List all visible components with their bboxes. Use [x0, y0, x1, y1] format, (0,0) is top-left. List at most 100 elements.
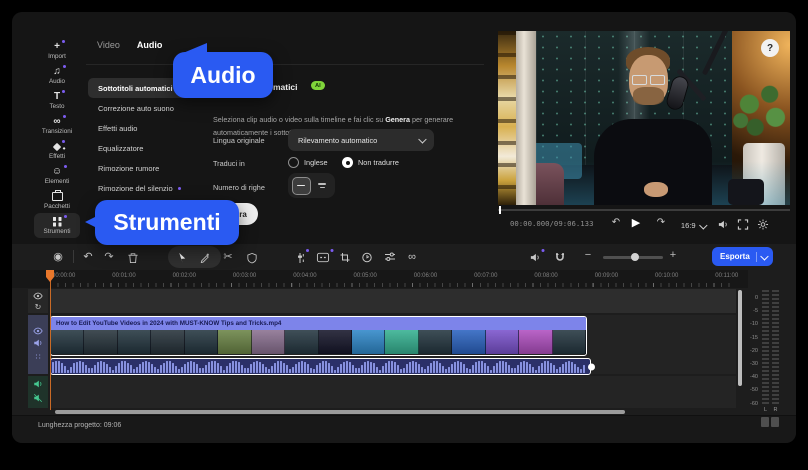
lingua-originale-select[interactable]: Rilevamento automatico: [288, 129, 434, 151]
meter-column-left: [762, 290, 769, 406]
relink-icon[interactable]: ↻: [35, 303, 42, 312]
mask-shield-icon[interactable]: [247, 250, 257, 264]
split-scissors-icon[interactable]: ✂: [223, 250, 232, 264]
screen-record-icon[interactable]: ◉: [53, 250, 63, 264]
adjust-sliders-icon[interactable]: [385, 250, 396, 262]
track3-lane[interactable]: [50, 376, 736, 408]
zoom-slider-knob[interactable]: [631, 253, 639, 261]
jump-back-icon[interactable]: ↶: [612, 217, 620, 229]
speed-clock-icon[interactable]: [362, 250, 373, 263]
radio-inglese[interactable]: Inglese: [288, 157, 328, 168]
clip-thumbnail: [285, 330, 318, 354]
volume-icon[interactable]: [718, 219, 729, 234]
radio-non-tradurre[interactable]: Non tradurre: [342, 157, 399, 168]
timeline-panel: ◉ ↶ ↷ ✂ ∞ − + Esporta 00:00:0000:01:0000…: [12, 244, 796, 442]
sidebar-item-strumenti[interactable]: Strumenti: [34, 213, 80, 238]
preview-progress-bar[interactable]: [498, 209, 790, 211]
menu-item[interactable]: Rimozione rumore: [88, 158, 222, 178]
select-tool-icon[interactable]: [177, 250, 188, 264]
sidebar-item-testo[interactable]: TTesto: [34, 88, 80, 113]
clip-thumbnail: [84, 330, 117, 354]
help-button[interactable]: ?: [761, 39, 779, 57]
snap-magnet-icon[interactable]: [555, 250, 565, 263]
export-label: Esporta: [720, 252, 750, 261]
ruler-label: 00:09:00: [595, 273, 618, 279]
transitions-icon: ∞: [53, 116, 60, 127]
tab-audio[interactable]: Audio: [137, 40, 163, 50]
menu-item[interactable]: Effetti audio: [88, 118, 222, 138]
menu-item[interactable]: Correzione auto suono: [88, 98, 222, 118]
tools-grid-icon: [53, 216, 62, 227]
pen-tool-icon[interactable]: [200, 250, 211, 263]
ruler-label: 00:02:00: [173, 273, 196, 279]
menu-item[interactable]: Rimozione del silenzio: [88, 178, 222, 198]
clip-trim-handle[interactable]: [588, 363, 595, 370]
video-clip[interactable]: How to Edit YouTube Videos in 2024 with …: [50, 316, 587, 356]
redo-icon[interactable]: ↷: [104, 250, 113, 264]
two-lines-button[interactable]: [313, 177, 332, 195]
sidebar-item-effetti[interactable]: Effetti: [34, 138, 80, 163]
transitions-bowtie-icon[interactable]: ∞: [408, 250, 416, 264]
traduci-in-label: Traduci in: [213, 159, 245, 168]
audio-clip[interactable]: [50, 358, 591, 375]
screenshot-stage: +Import♫AudioTTesto∞TransizioniEffetti☺E…: [0, 0, 808, 470]
zoom-in-button[interactable]: +: [670, 249, 676, 261]
clip-thumbnail: [486, 330, 519, 354]
sidebar-item-import[interactable]: +Import: [34, 38, 80, 63]
meter-channel-left: L: [762, 407, 769, 413]
one-line-button[interactable]: [292, 177, 311, 195]
preview-progress-head[interactable]: [499, 206, 501, 214]
undo-icon[interactable]: ↶: [83, 250, 92, 264]
music-note-icon: ♫: [53, 66, 61, 77]
captions-icon[interactable]: [317, 250, 330, 263]
sidebar-item-label: Strumenti: [44, 228, 71, 235]
person-beard: [633, 87, 664, 105]
vertical-scrollbar[interactable]: [738, 290, 742, 386]
playhead-line: [50, 271, 51, 410]
meter-scale-label: -30: [750, 361, 758, 367]
clip-thumbnail: [51, 330, 84, 354]
track2-header: ∷: [28, 315, 48, 374]
aspect-ratio-select[interactable]: 16:9: [681, 220, 705, 232]
clip-thumbnail: [218, 330, 251, 354]
play-button[interactable]: ▶: [632, 217, 640, 229]
export-button[interactable]: Esporta: [712, 247, 773, 266]
left-sidebar: +Import♫AudioTTesto∞TransizioniEffetti☺E…: [34, 38, 80, 238]
clip-thumbnail: [419, 330, 452, 354]
line-count-toggle-group: [288, 173, 335, 198]
track1-lane[interactable]: [50, 289, 736, 313]
speaker-icon[interactable]: [33, 335, 43, 353]
timeline-audio-icon[interactable]: [530, 250, 541, 263]
clip-thumbnail: [385, 330, 418, 354]
plant: [732, 81, 790, 147]
meter-scale-label: -15: [750, 335, 758, 341]
ruler-label: 00:06:00: [414, 273, 437, 279]
delete-icon[interactable]: [128, 250, 139, 264]
glasses-right: [650, 75, 665, 85]
tab-video[interactable]: Video: [97, 40, 120, 50]
sidebar-item-elementi[interactable]: ☺Elementi: [34, 163, 80, 188]
sidebar-item-audio[interactable]: ♫Audio: [34, 63, 80, 88]
text-icon: T: [54, 91, 60, 102]
sidebar-item-label: Transizioni: [42, 128, 72, 135]
jump-forward-icon[interactable]: ↷: [657, 217, 665, 229]
aspect-ratio-value: 16:9: [681, 220, 696, 232]
audio-mixer-icon[interactable]: [295, 250, 305, 264]
ruler-label: 00:08:00: [534, 273, 557, 279]
track-options-icon[interactable]: ∷: [35, 353, 40, 362]
gear-icon[interactable]: [758, 219, 769, 234]
zoom-out-button[interactable]: −: [585, 249, 591, 261]
meter-cap-right: [771, 417, 779, 427]
glasses-left: [632, 75, 647, 85]
sidebar-item-pacchetti[interactable]: Pacchetti: [34, 188, 80, 213]
meter-scale-label: -20: [750, 348, 758, 354]
horizontal-scrollbar[interactable]: [55, 410, 625, 414]
sidebar-item-transizioni[interactable]: ∞Transizioni: [34, 113, 80, 138]
fullscreen-icon[interactable]: [738, 219, 749, 234]
meter-cap-left: [761, 417, 769, 427]
ai-badge: AI: [311, 81, 325, 90]
speaker-muted-icon[interactable]: [33, 390, 43, 408]
menu-item[interactable]: Equalizzatore: [88, 138, 222, 158]
crop-rotate-icon[interactable]: [340, 250, 351, 263]
timeline-ruler[interactable]: 00:00:0000:01:0000:02:0000:03:0000:04:00…: [12, 270, 748, 288]
